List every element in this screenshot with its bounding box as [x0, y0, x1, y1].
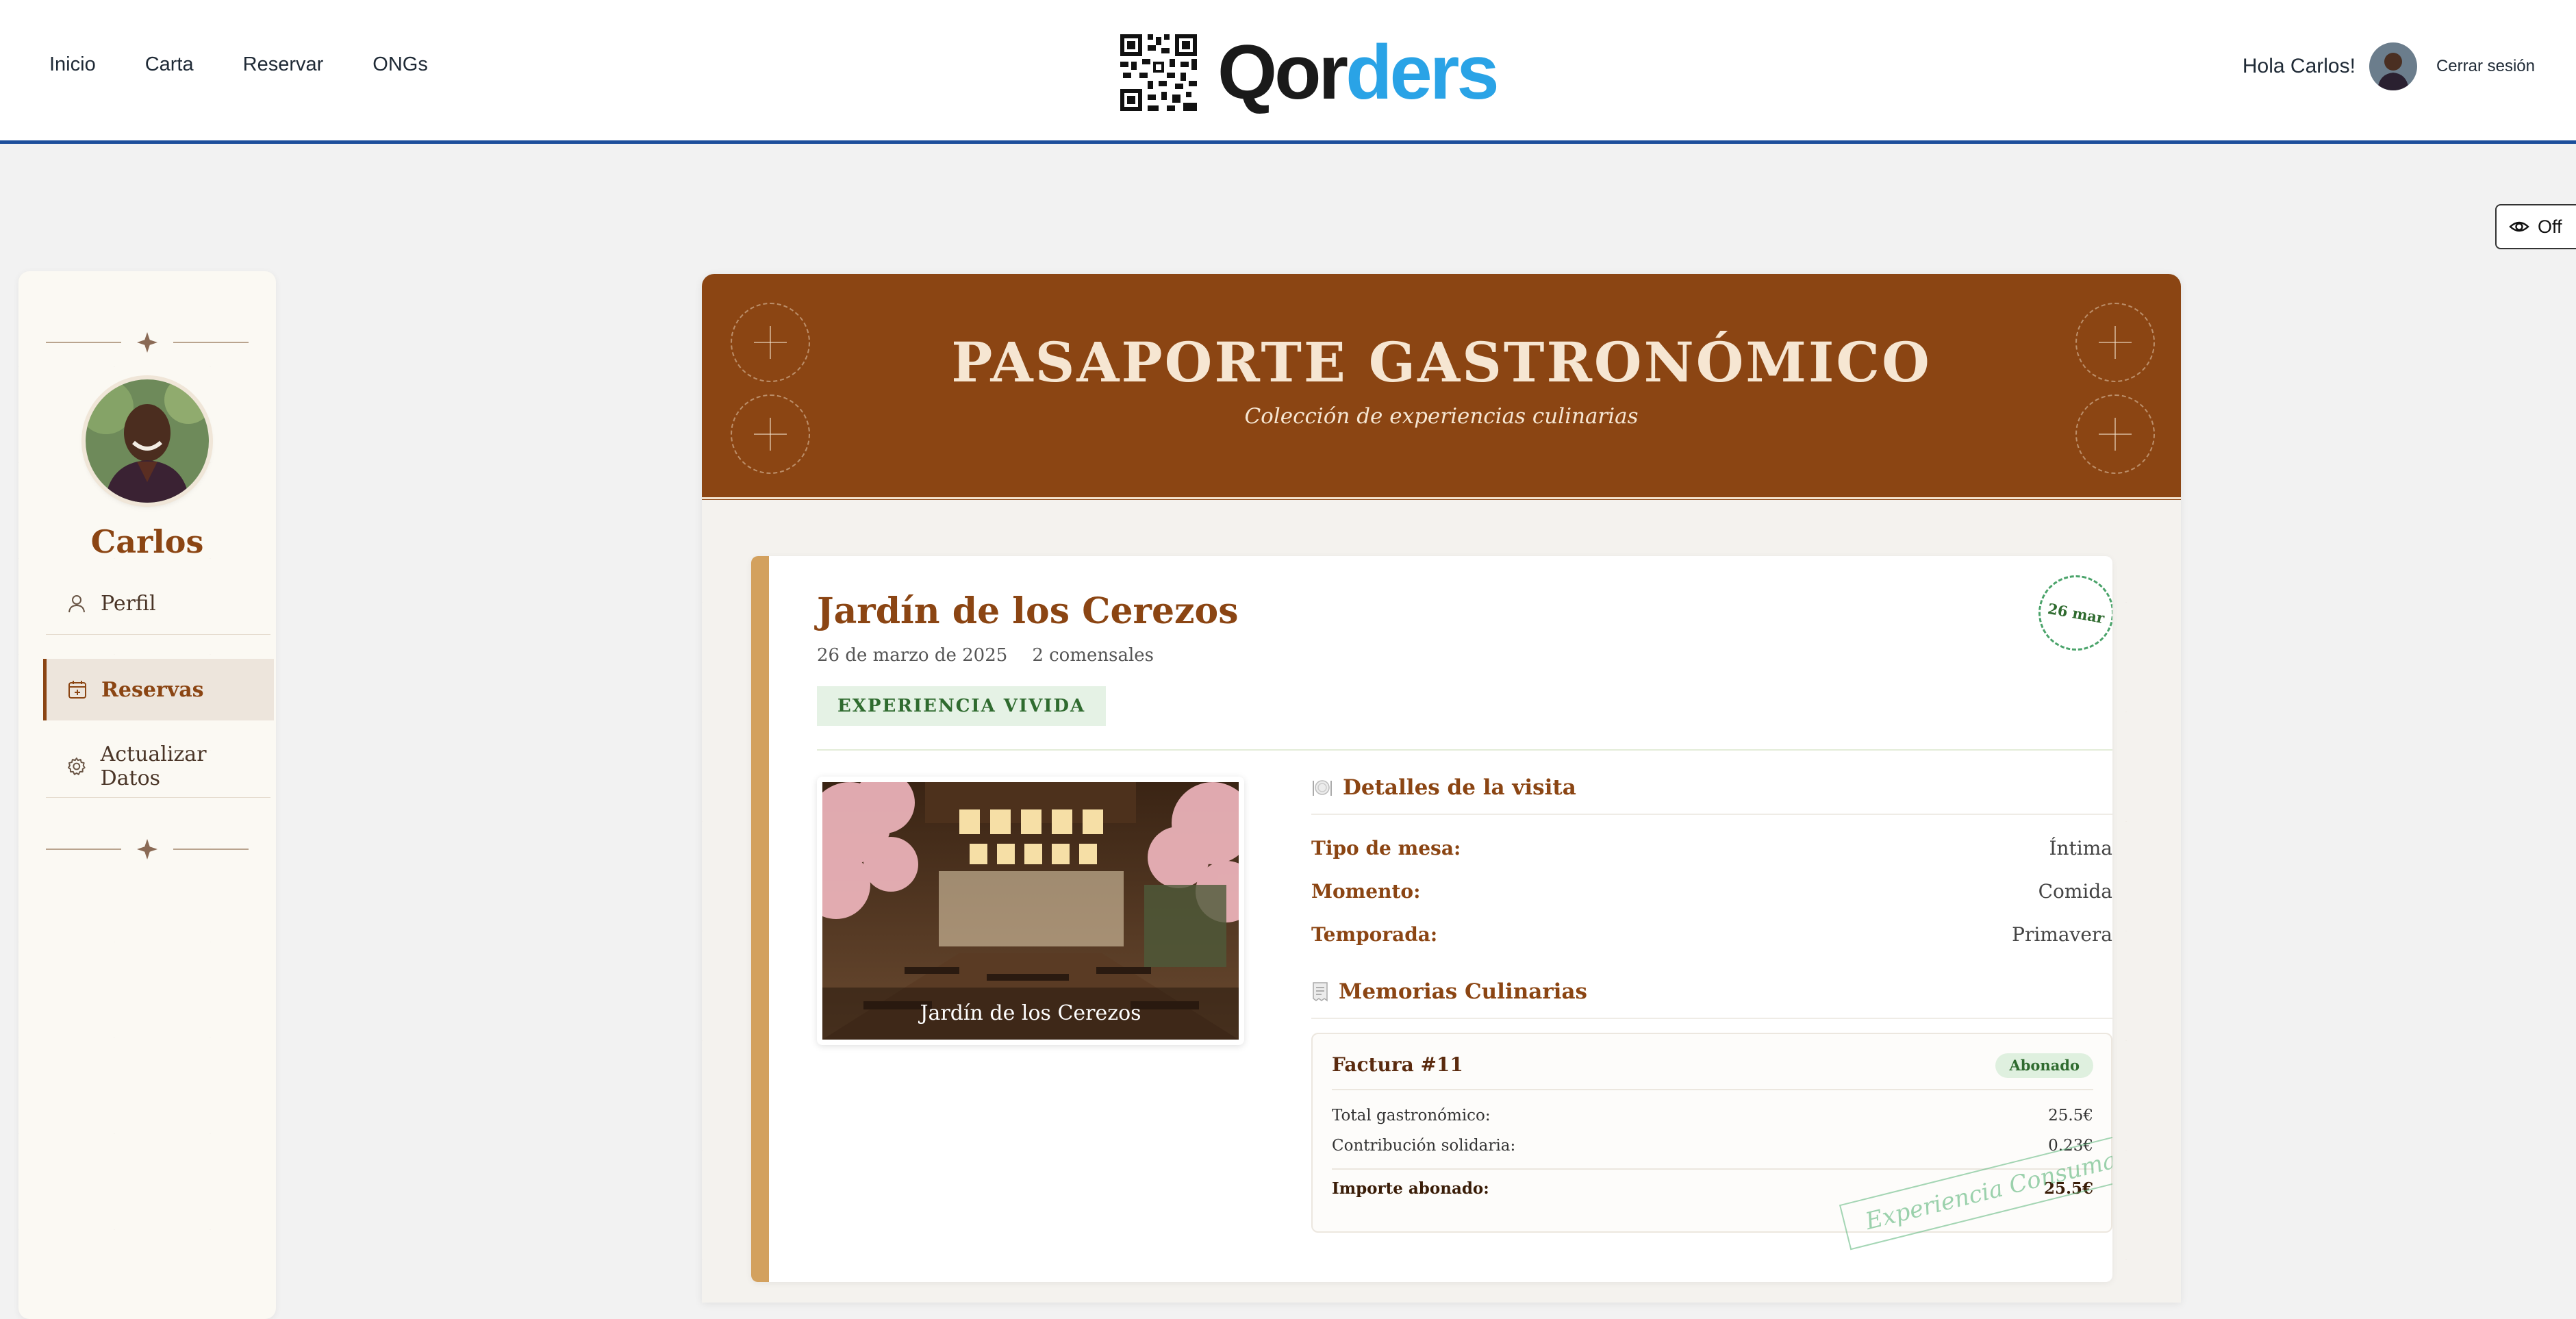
calendar-icon [68, 681, 86, 699]
sidebar-item-perfil[interactable]: Perfil [46, 573, 270, 635]
details-title: Detalles de la visita [1343, 775, 1576, 800]
receipt-icon [1313, 982, 1328, 1002]
memories-divider [1311, 1018, 2112, 1019]
invoice-card: Factura #11 Abonado Total gastronómico: … [1311, 1033, 2112, 1251]
plate-icon [1313, 780, 1332, 796]
details-heading: Detalles de la visita [1311, 775, 1576, 800]
passport-header: PASAPORTE GASTRONÓMICO Colección de expe… [702, 274, 2181, 500]
user-menu: Hola Carlos! Cerrar sesión [2243, 42, 2535, 90]
card-accent-bar [751, 556, 769, 1282]
invoice-title: Factura #11 [1332, 1053, 1463, 1076]
brand-wordmark: Qorders [1217, 34, 1500, 111]
invoice-row: Contribución solidaria: 0.23€ [1332, 1137, 2093, 1155]
header-divider [702, 497, 2181, 499]
user-icon [68, 595, 85, 613]
sidebar-item-label: Actualizar Datos [100, 742, 207, 790]
profile-sidebar: Carlos Perfil Reservas Actualizar Datos [18, 271, 276, 1319]
detail-key: Tipo de mesa: [1311, 837, 1461, 859]
photo-caption: Jardín de los Cerezos [822, 988, 1239, 1040]
page-subtitle: Colección de experiencias culinarias [1244, 404, 1639, 429]
invoice-row: Total gastronómico: 25.5€ [1332, 1107, 2093, 1125]
memories-title: Memorias Culinarias [1339, 979, 1587, 1004]
logout-link[interactable]: Cerrar sesión [2436, 57, 2535, 76]
gastronomic-passport: PASAPORTE GASTRONÓMICO Colección de expe… [702, 274, 2181, 1303]
invoice-total-label: Importe abonado: [1332, 1179, 1489, 1198]
qr-code-icon [1120, 34, 1197, 111]
sidebar-ornament-top [46, 332, 249, 353]
reservation-date: 26 de marzo de 2025 [817, 645, 1008, 666]
detail-value: Primavera [2012, 923, 2112, 946]
date-stamp: 26 mar [2032, 569, 2112, 657]
sidebar-ornament-bottom [46, 839, 249, 859]
profile-avatar [86, 379, 209, 503]
nav-ongs[interactable]: ONGs [372, 53, 428, 76]
detail-value: Comida [2038, 880, 2112, 903]
restaurant-name: Jardín de los Cerezos [817, 590, 1239, 632]
detail-row: Tipo de mesa: Íntima [1311, 837, 2112, 859]
detail-key: Momento: [1311, 880, 1421, 903]
profile-name: Carlos [90, 523, 204, 560]
card-divider [817, 749, 2112, 751]
sidebar-item-actualizar-datos[interactable]: Actualizar Datos [46, 736, 270, 798]
nav-carta[interactable]: Carta [145, 53, 194, 76]
top-navbar: Inicio Carta Reservar ONGs Qorders Hola … [0, 0, 2576, 144]
restaurant-photo: Jardín de los Cerezos [817, 777, 1244, 1045]
page-title: PASAPORTE GASTRONÓMICO [951, 330, 1932, 394]
sidebar-item-reservas[interactable]: Reservas [43, 659, 274, 720]
eye-icon [2509, 221, 2529, 232]
invoice-label: Contribución solidaria: [1332, 1137, 1516, 1155]
greeting-text: Hola Carlos! [2242, 55, 2356, 77]
status-badge: Abonado [1995, 1053, 2093, 1078]
details-divider [1311, 814, 2112, 815]
memories-heading: Memorias Culinarias [1311, 979, 1587, 1004]
detail-value: Íntima [2049, 837, 2112, 859]
sidebar-item-label: Reservas [101, 677, 204, 702]
reservation-meta: 26 de marzo de 2025 2 comensales [817, 645, 1154, 666]
detail-row: Momento: Comida [1311, 880, 2112, 903]
nav-inicio[interactable]: Inicio [49, 53, 96, 76]
brand-logo[interactable]: Qorders [1120, 34, 1500, 111]
invoice-value: 25.5€ [2048, 1107, 2093, 1125]
avatar[interactable] [2369, 42, 2417, 90]
detail-key: Temporada: [1311, 923, 1438, 946]
main-nav: Inicio Carta Reservar ONGs [49, 53, 428, 76]
detail-row: Temporada: Primavera [1311, 923, 2112, 946]
brand-part-2: ders [1346, 29, 1500, 115]
nav-reservar[interactable]: Reservar [243, 53, 324, 76]
brand-part-1: Qor [1217, 29, 1348, 115]
invoice-divider [1332, 1089, 2093, 1090]
reservation-card: Jardín de los Cerezos 26 de marzo de 202… [751, 556, 2112, 1282]
toggle-label: Off [2538, 216, 2562, 237]
visibility-toggle[interactable]: Off [2495, 204, 2576, 249]
reservation-guests: 2 comensales [1032, 645, 1154, 666]
status-badge: EXPERIENCIA VIVIDA [817, 686, 1107, 726]
invoice-label: Total gastronómico: [1332, 1107, 1491, 1125]
gear-icon [67, 757, 86, 775]
sidebar-item-label: Perfil [101, 591, 156, 616]
